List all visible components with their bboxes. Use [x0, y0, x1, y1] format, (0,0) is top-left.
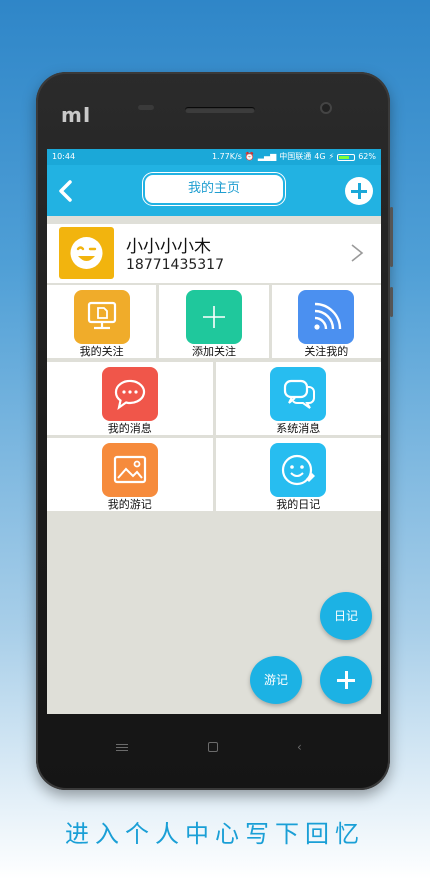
- travel-fab-button[interactable]: 游记: [250, 656, 302, 704]
- status-time: 10:44: [52, 152, 76, 161]
- menu-key-icon[interactable]: [116, 742, 128, 752]
- status-right: 1.77K/s ⏰ ▂▄▆ 中国联通 4G ⚡ 62%: [212, 149, 376, 165]
- alarm-icon: ⏰: [244, 152, 255, 161]
- status-carrier: 中国联通: [279, 152, 312, 161]
- my-messages-label: 我的消息: [107, 422, 152, 435]
- signal-icon: ▂▄▆: [257, 152, 277, 161]
- app-bar: 我的主页: [47, 165, 381, 216]
- grid-row-3: 我的游记 我的日记: [47, 438, 381, 511]
- my-travels-button[interactable]: 我的游记: [47, 438, 213, 511]
- grid-row-2: 我的消息 系统消息: [47, 362, 381, 435]
- add-follow-button[interactable]: 添加关注: [159, 285, 269, 358]
- page-title[interactable]: 我的主页: [143, 173, 285, 205]
- monitor-icon: [73, 290, 130, 344]
- app-screen: 10:44 1.77K/s ⏰ ▂▄▆ 中国联通 4G ⚡ 62% 我的主页 小…: [47, 149, 381, 714]
- my-diary-label: 我的日记: [276, 498, 321, 511]
- chat-bubbles-icon: [270, 367, 327, 421]
- wink-face-icon: [70, 237, 103, 269]
- profile-card[interactable]: 小小小小木 18771435317: [47, 224, 381, 283]
- charging-icon: ⚡: [328, 152, 335, 161]
- back-button[interactable]: [55, 178, 77, 204]
- profile-name: 小小小小木: [126, 237, 211, 257]
- plus-icon: [185, 290, 242, 344]
- back-key-icon[interactable]: ‹: [297, 740, 302, 754]
- profile-phone: 18771435317: [126, 257, 224, 273]
- image-icon: [101, 443, 158, 497]
- my-messages-button[interactable]: 我的消息: [47, 362, 213, 435]
- chevron-left-icon: [59, 180, 72, 202]
- promo-caption: 进入个人中心写下回忆: [65, 820, 365, 848]
- status-bar: 10:44 1.77K/s ⏰ ▂▄▆ 中国联通 4G ⚡ 62%: [47, 149, 381, 165]
- followers-button[interactable]: 关注我的: [271, 285, 381, 358]
- diary-fab-button[interactable]: 日记: [320, 592, 372, 640]
- my-follow-button[interactable]: 我的关注: [47, 285, 157, 358]
- front-camera-icon: [320, 102, 332, 114]
- add-fab-button[interactable]: [320, 656, 372, 704]
- chat-bubble-icon: [101, 367, 158, 421]
- add-follow-label: 添加关注: [191, 345, 236, 358]
- status-speed: 1.77K/s: [211, 152, 242, 161]
- system-messages-label: 系统消息: [276, 422, 321, 435]
- rss-icon: [298, 290, 355, 344]
- proximity-sensor: [138, 105, 154, 110]
- volume-button: [390, 207, 393, 267]
- power-button: [390, 287, 393, 317]
- my-diary-button[interactable]: 我的日记: [215, 438, 381, 511]
- avatar[interactable]: [59, 227, 114, 279]
- chevron-right-icon[interactable]: [348, 243, 366, 263]
- smile-note-icon: [270, 443, 327, 497]
- status-network: 4G: [314, 152, 326, 161]
- grid-row-1: 我的关注 添加关注 关注我的: [47, 285, 381, 358]
- status-battery: 62%: [358, 152, 376, 161]
- home-key-icon[interactable]: [208, 742, 218, 752]
- my-travels-label: 我的游记: [107, 498, 152, 511]
- plus-circle-icon[interactable]: [345, 177, 373, 205]
- followers-label: 关注我的: [304, 345, 349, 358]
- earpiece-speaker: [185, 107, 255, 113]
- mi-logo: mI: [61, 103, 92, 127]
- my-follow-label: 我的关注: [79, 345, 124, 358]
- system-messages-button[interactable]: 系统消息: [215, 362, 381, 435]
- battery-icon: [337, 153, 356, 161]
